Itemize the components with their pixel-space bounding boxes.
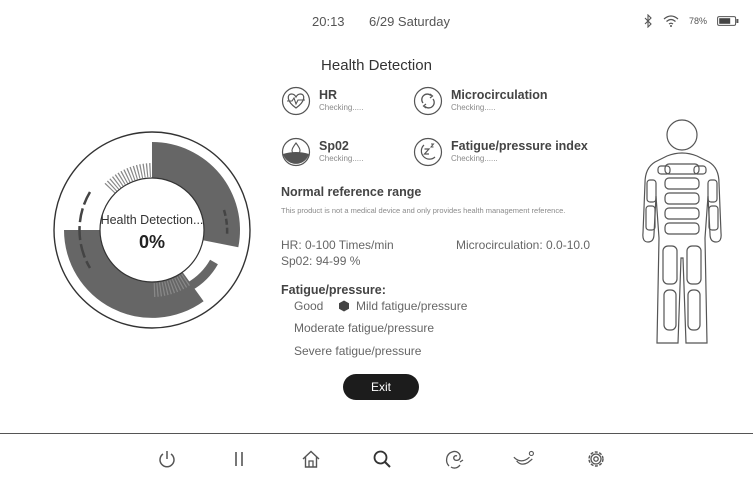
refresh-circle-icon [413,86,443,116]
droplet-icon [281,137,311,167]
metric-status: Checking..... [451,103,496,113]
status-date: 6/29 Saturday [369,14,450,29]
reference-title: Normal reference range [281,185,422,199]
metric-name: Sp02 [319,138,349,153]
metric-hr: HR Checking..... [281,86,363,116]
page-title: Health Detection [321,57,432,74]
body-figure [642,119,722,344]
metric-fatigue: Fatigue/pressure index Checking...... [413,137,588,167]
metric-microcirculation: Microcirculation Checking..... [413,86,548,116]
metric-spo2: Sp02 Checking..... [281,137,363,167]
recline-icon[interactable] [512,447,536,471]
progress-ring [53,131,251,329]
search-icon[interactable] [370,447,394,471]
microcirculation-range: Microcirculation: 0.0-10.0 [456,238,591,252]
wifi-icon [663,15,679,27]
fatigue-good: Good [294,299,324,313]
metric-name: Microcirculation [451,87,548,102]
fatigue-mild: Mild fatigue/pressure [356,299,468,313]
home-icon[interactable] [299,447,323,471]
fatigue-title: Fatigue/pressure: [281,283,386,297]
metric-status: Checking..... [319,154,364,164]
hr-range: HR: 0-100 Times/min [281,238,394,252]
nav-divider [0,433,753,434]
heartbeat-icon [281,86,311,116]
fatigue-moderate: Moderate fatigue/pressure [294,321,435,335]
metric-name: HR [319,87,338,102]
fatigue-severe: Severe fatigue/pressure [294,344,422,358]
sleep-icon [413,137,443,167]
massage-hand-icon[interactable] [442,447,466,471]
metric-name: Fatigue/pressure index [451,138,588,153]
status-icons: 78% [643,12,739,30]
battery-icon [717,16,739,26]
power-icon[interactable] [155,447,179,471]
bluetooth-icon [643,14,653,28]
metric-status: Checking..... [319,103,364,113]
hexagon-marker-icon [339,300,349,312]
pause-icon[interactable] [227,447,251,471]
metric-status: Checking...... [451,154,498,164]
ring-percent: 0% [138,232,165,252]
spo2-range: Sp02: 94-99 % [281,254,361,268]
disclaimer: This product is not a medical device and… [281,206,566,215]
ring-label: Health Detection... [100,213,204,227]
status-bar: 20:13 6/29 Saturday 78% [0,0,753,38]
status-time: 20:13 [312,14,345,29]
exit-button[interactable]: Exit [343,374,419,400]
settings-gear-icon[interactable] [584,447,608,471]
battery-level: 78% [688,16,707,26]
